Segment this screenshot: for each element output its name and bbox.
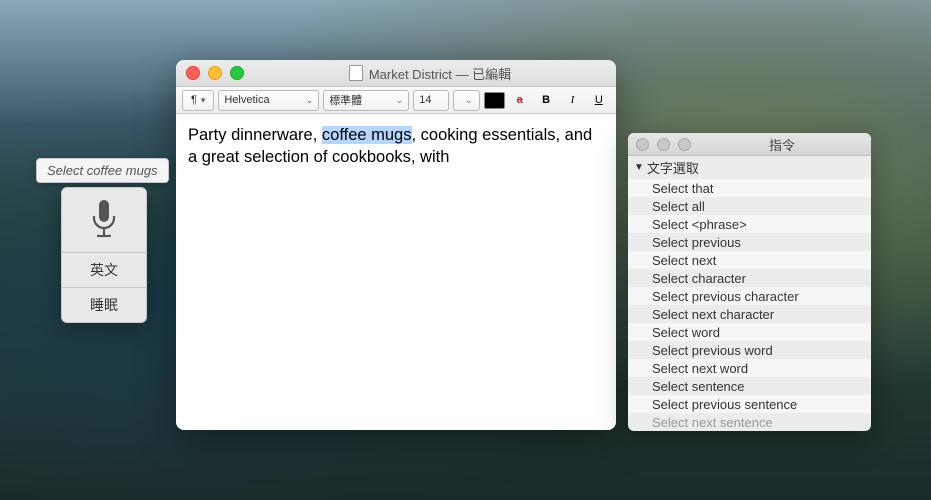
font-family-select[interactable]: Helvetica⌄ <box>218 90 319 111</box>
voice-language-row[interactable]: 英文 <box>62 253 146 288</box>
command-item[interactable]: Select word <box>628 323 871 341</box>
title-text: Market District — 已編輯 <box>369 64 511 83</box>
commands-window-controls <box>636 138 691 151</box>
command-item[interactable]: Select next character <box>628 305 871 323</box>
window-title: Market District — 已編輯 <box>254 64 606 83</box>
format-toolbar: ¶▾ Helvetica⌄ 標準體⌄ 14 ⌄ a B I U <box>176 87 616 114</box>
desktop: { "textedit": { "title": "Market Distric… <box>0 0 931 500</box>
underline-button[interactable]: U <box>588 90 610 111</box>
command-item[interactable]: Select <phrase> <box>628 215 871 233</box>
microphone-icon <box>88 198 120 242</box>
paragraph-style-button[interactable]: ¶▾ <box>182 90 214 111</box>
italic-button[interactable]: I <box>561 90 583 111</box>
command-item[interactable]: Select next word <box>628 359 871 377</box>
zoom-icon[interactable] <box>678 138 691 151</box>
font-style-value: 標準體 <box>329 92 362 108</box>
mic-area[interactable] <box>62 188 146 253</box>
voice-feedback-bubble: Select coffee mugs <box>36 158 169 183</box>
titlebar[interactable]: Market District — 已編輯 <box>176 60 616 87</box>
command-item[interactable]: Select that <box>628 179 871 197</box>
font-size-stepper[interactable]: ⌄ <box>453 90 480 111</box>
command-item[interactable]: Select character <box>628 269 871 287</box>
font-style-select[interactable]: 標準體⌄ <box>323 90 409 111</box>
commands-section-label: 文字選取 <box>647 158 699 177</box>
close-icon[interactable] <box>636 138 649 151</box>
voice-feedback-text: Select coffee mugs <box>47 163 158 178</box>
close-icon[interactable] <box>186 66 200 80</box>
voice-state-row[interactable]: 睡眠 <box>62 288 146 322</box>
voice-control-panel[interactable]: 英文 睡眠 <box>61 187 147 323</box>
font-size-field[interactable]: 14 <box>413 90 449 111</box>
command-item[interactable]: Select previous word <box>628 341 871 359</box>
strikethrough-button[interactable]: a <box>509 90 531 111</box>
command-item[interactable]: Select previous <box>628 233 871 251</box>
body-selection: coffee mugs <box>322 126 412 144</box>
text-color-swatch[interactable] <box>484 92 505 109</box>
window-controls <box>186 66 244 80</box>
command-item[interactable]: Select previous character <box>628 287 871 305</box>
command-item[interactable]: Select next <box>628 251 871 269</box>
voice-language-label: 英文 <box>90 260 118 280</box>
body-pre: Party dinnerware, <box>188 126 322 144</box>
commands-list[interactable]: ▼ 文字選取 Select thatSelect allSelect <phra… <box>628 156 871 431</box>
font-size-value: 14 <box>419 94 431 106</box>
zoom-icon[interactable] <box>230 66 244 80</box>
commands-titlebar[interactable]: 指令 <box>628 133 871 156</box>
command-item[interactable]: Select next sentence <box>628 413 871 431</box>
command-item[interactable]: Select previous sentence <box>628 395 871 413</box>
voice-state-label: 睡眠 <box>90 295 118 315</box>
bold-button[interactable]: B <box>535 90 557 111</box>
paragraph-icon: ¶ <box>191 94 197 106</box>
minimize-icon[interactable] <box>208 66 222 80</box>
font-family-value: Helvetica <box>224 94 269 106</box>
command-item[interactable]: Select sentence <box>628 377 871 395</box>
textedit-window: Market District — 已編輯 ¶▾ Helvetica⌄ 標準體⌄… <box>176 60 616 430</box>
disclosure-triangle-icon[interactable]: ▼ <box>634 162 644 173</box>
text-editor[interactable]: Party dinnerware, coffee mugs, cooking e… <box>176 114 616 179</box>
commands-window: 指令 ▼ 文字選取 Select thatSelect allSelect <p… <box>628 133 871 431</box>
commands-section-header[interactable]: ▼ 文字選取 <box>628 156 871 179</box>
commands-title-text: 指令 <box>701 135 863 154</box>
command-item[interactable]: Select all <box>628 197 871 215</box>
document-icon <box>349 65 363 81</box>
minimize-icon[interactable] <box>657 138 670 151</box>
